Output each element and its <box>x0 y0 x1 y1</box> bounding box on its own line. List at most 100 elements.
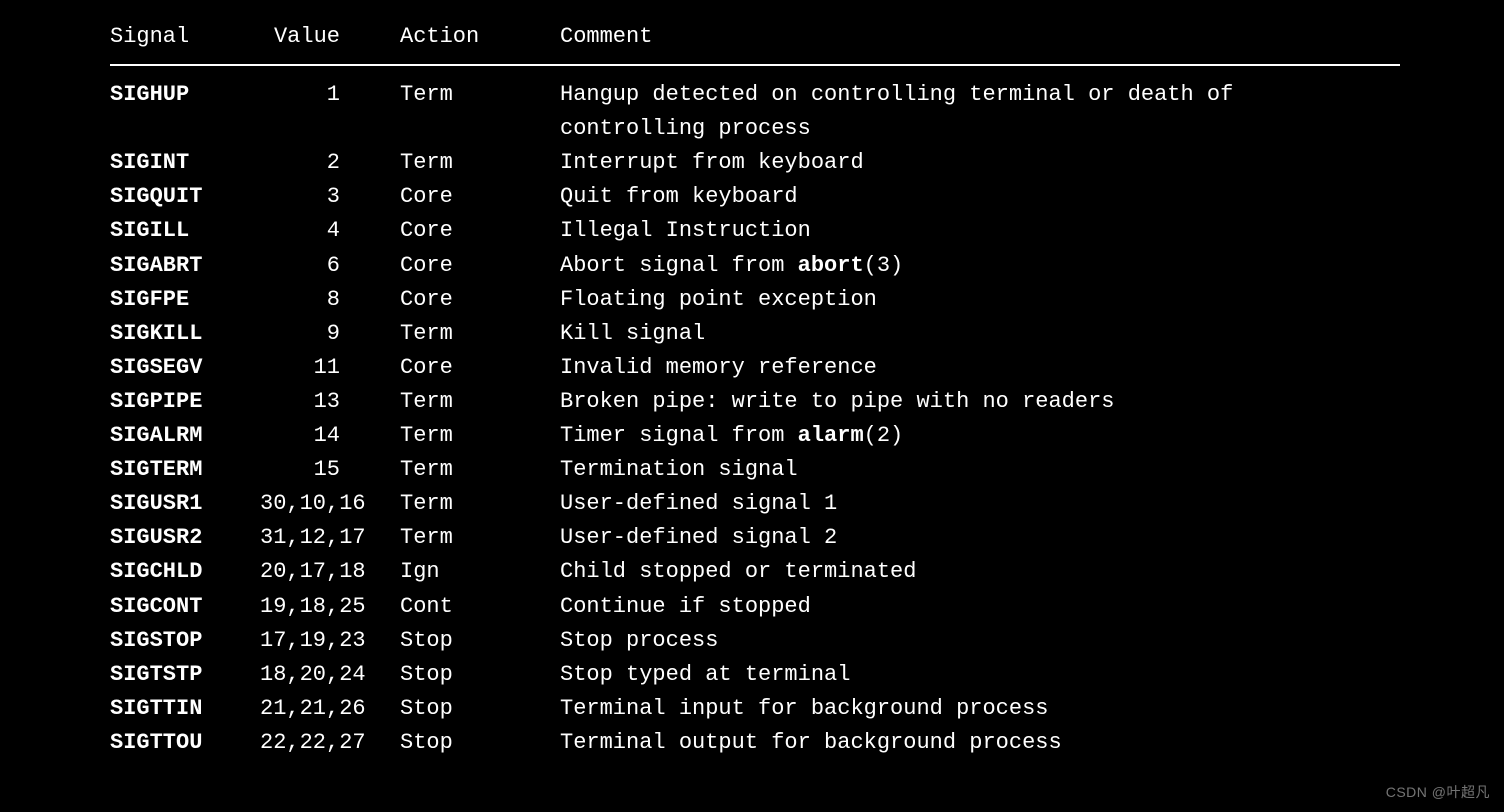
cell-comment: Illegal Instruction <box>560 214 1320 248</box>
cell-signal: SIGCHLD <box>110 555 260 589</box>
cell-action: Term <box>400 419 560 453</box>
cell-value: 18,20,24 <box>260 658 400 692</box>
header-signal: Signal <box>110 20 260 54</box>
cell-action: Core <box>400 249 560 283</box>
cell-value: 2 <box>260 146 400 180</box>
cell-value: 9 <box>260 317 400 351</box>
cell-action: Term <box>400 453 560 487</box>
cell-value: 8 <box>260 283 400 317</box>
cell-action: Core <box>400 351 560 385</box>
table-row: SIGUSR231,12,17TermUser-defined signal 2 <box>110 521 1504 555</box>
cell-signal: SIGTTIN <box>110 692 260 726</box>
cell-value: 22,22,27 <box>260 726 400 760</box>
cell-action: Ign <box>400 555 560 589</box>
cell-comment: Interrupt from keyboard <box>560 146 1320 180</box>
table-row: SIGTTOU22,22,27StopTerminal output for b… <box>110 726 1504 760</box>
header-action: Action <box>400 20 560 54</box>
cell-comment: Stop typed at terminal <box>560 658 1320 692</box>
table-row: SIGALRM14TermTimer signal from alarm(2) <box>110 419 1504 453</box>
cell-comment: User-defined signal 1 <box>560 487 1320 521</box>
cell-signal: SIGFPE <box>110 283 260 317</box>
cell-action: Term <box>400 78 560 146</box>
cell-comment-text: Abort signal from <box>560 253 798 278</box>
cell-action: Term <box>400 317 560 351</box>
table-row: SIGSTOP17,19,23StopStop process <box>110 624 1504 658</box>
cell-action: Stop <box>400 658 560 692</box>
cell-value: 30,10,16 <box>260 487 400 521</box>
cell-value: 14 <box>260 419 400 453</box>
table-body: SIGHUP1TermHangup detected on controllin… <box>110 78 1504 760</box>
manpage-ref-name: alarm <box>798 423 864 448</box>
table-row: SIGINT2TermInterrupt from keyboard <box>110 146 1504 180</box>
cell-comment: Continue if stopped <box>560 590 1320 624</box>
cell-signal: SIGUSR1 <box>110 487 260 521</box>
cell-action: Term <box>400 385 560 419</box>
cell-signal: SIGILL <box>110 214 260 248</box>
cell-signal: SIGSEGV <box>110 351 260 385</box>
cell-comment: Terminal input for background process <box>560 692 1320 726</box>
manpage-ref-section: (3) <box>864 253 904 278</box>
cell-action: Core <box>400 180 560 214</box>
table-row: SIGFPE8CoreFloating point exception <box>110 283 1504 317</box>
table-row: SIGSEGV11CoreInvalid memory reference <box>110 351 1504 385</box>
watermark-text: CSDN @叶超凡 <box>1386 782 1490 804</box>
cell-value: 3 <box>260 180 400 214</box>
cell-value: 13 <box>260 385 400 419</box>
cell-comment: Hangup detected on controlling terminal … <box>560 78 1320 146</box>
cell-value: 1 <box>260 78 400 146</box>
header-value: Value <box>260 20 400 54</box>
cell-comment: Abort signal from abort(3) <box>560 249 1320 283</box>
cell-action: Cont <box>400 590 560 624</box>
cell-action: Core <box>400 214 560 248</box>
cell-comment: Broken pipe: write to pipe with no reade… <box>560 385 1320 419</box>
cell-comment: Child stopped or terminated <box>560 555 1320 589</box>
cell-signal: SIGTSTP <box>110 658 260 692</box>
table-header-row: Signal Value Action Comment <box>110 20 1504 54</box>
cell-value: 17,19,23 <box>260 624 400 658</box>
header-comment: Comment <box>560 20 1320 54</box>
cell-comment: Terminal output for background process <box>560 726 1320 760</box>
cell-value: 4 <box>260 214 400 248</box>
cell-action: Stop <box>400 624 560 658</box>
cell-comment: Invalid memory reference <box>560 351 1320 385</box>
cell-comment-text: Timer signal from <box>560 423 798 448</box>
table-row: SIGTTIN21,21,26StopTerminal input for ba… <box>110 692 1504 726</box>
cell-signal: SIGKILL <box>110 317 260 351</box>
table-row: SIGQUIT3CoreQuit from keyboard <box>110 180 1504 214</box>
manpage-ref-section: (2) <box>864 423 904 448</box>
cell-value: 11 <box>260 351 400 385</box>
cell-action: Core <box>400 283 560 317</box>
cell-signal: SIGCONT <box>110 590 260 624</box>
cell-comment: Floating point exception <box>560 283 1320 317</box>
cell-signal: SIGALRM <box>110 419 260 453</box>
cell-signal: SIGUSR2 <box>110 521 260 555</box>
table-row: SIGUSR130,10,16TermUser-defined signal 1 <box>110 487 1504 521</box>
cell-signal: SIGQUIT <box>110 180 260 214</box>
table-row: SIGTERM15TermTermination signal <box>110 453 1504 487</box>
table-row: SIGHUP1TermHangup detected on controllin… <box>110 78 1504 146</box>
cell-comment: Quit from keyboard <box>560 180 1320 214</box>
cell-value: 21,21,26 <box>260 692 400 726</box>
cell-signal: SIGINT <box>110 146 260 180</box>
cell-value: 31,12,17 <box>260 521 400 555</box>
manpage-ref-name: abort <box>798 253 864 278</box>
cell-comment: Kill signal <box>560 317 1320 351</box>
table-row: SIGTSTP18,20,24StopStop typed at termina… <box>110 658 1504 692</box>
cell-action: Term <box>400 487 560 521</box>
cell-value: 20,17,18 <box>260 555 400 589</box>
cell-value: 6 <box>260 249 400 283</box>
cell-signal: SIGTTOU <box>110 726 260 760</box>
cell-value: 19,18,25 <box>260 590 400 624</box>
header-rule <box>110 64 1400 66</box>
cell-signal: SIGSTOP <box>110 624 260 658</box>
cell-comment: Termination signal <box>560 453 1320 487</box>
cell-action: Stop <box>400 692 560 726</box>
table-row: SIGCHLD20,17,18IgnChild stopped or termi… <box>110 555 1504 589</box>
cell-comment: User-defined signal 2 <box>560 521 1320 555</box>
table-row: SIGABRT6CoreAbort signal from abort(3) <box>110 249 1504 283</box>
cell-signal: SIGPIPE <box>110 385 260 419</box>
cell-comment: Stop process <box>560 624 1320 658</box>
signal-table-page: Signal Value Action Comment SIGHUP1TermH… <box>0 0 1504 760</box>
cell-signal: SIGHUP <box>110 78 260 146</box>
cell-action: Stop <box>400 726 560 760</box>
